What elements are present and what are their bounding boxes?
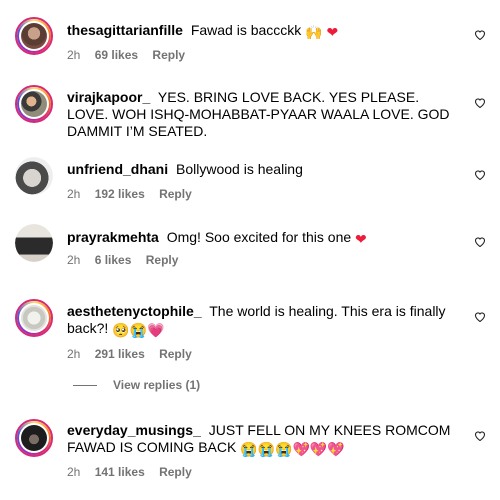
avatar[interactable]: [15, 17, 53, 55]
comment-likes[interactable]: 192 likes: [95, 187, 145, 201]
avatar[interactable]: [15, 157, 53, 195]
like-heart-icon[interactable]: [474, 97, 486, 108]
heart-emoji: ❤: [355, 231, 367, 247]
avatar[interactable]: [15, 85, 53, 123]
like-heart-icon[interactable]: [474, 430, 486, 441]
like-heart-icon[interactable]: [474, 169, 486, 180]
comment-likes[interactable]: 141 likes: [95, 465, 145, 479]
comment-time: 2h: [67, 465, 81, 479]
comment-text: Bollywood is healing: [176, 161, 303, 177]
comment-text: Fawad is baccckk: [190, 22, 302, 38]
avatar[interactable]: [15, 224, 53, 262]
comment-time: 2h: [67, 347, 81, 361]
comment-likes[interactable]: 6 likes: [95, 253, 132, 267]
reply-button[interactable]: Reply: [152, 48, 185, 62]
avatar[interactable]: [15, 419, 53, 457]
view-replies-button[interactable]: View replies (1): [67, 378, 200, 392]
crying-heart-emojis: 😭😭😭💖💖💖: [240, 441, 345, 457]
reply-button[interactable]: Reply: [159, 347, 192, 361]
comment-username[interactable]: thesagittarianfille: [67, 22, 183, 38]
heart-emoji: ❤: [326, 24, 339, 40]
comment-username[interactable]: prayrakmehta: [67, 229, 159, 245]
reply-button[interactable]: Reply: [159, 187, 192, 201]
replies-divider-line: [73, 385, 97, 387]
clapping-hands-emoji: 🙌: [305, 24, 323, 40]
reply-button[interactable]: Reply: [146, 253, 179, 267]
reply-button[interactable]: Reply: [159, 465, 192, 479]
view-replies-label[interactable]: View replies (1): [113, 378, 200, 392]
comment-username[interactable]: everyday_musings_: [67, 422, 201, 438]
avatar[interactable]: [15, 299, 53, 337]
comment-text: Omg! Soo excited for this one: [166, 229, 352, 245]
like-heart-icon[interactable]: [474, 311, 486, 322]
like-heart-icon[interactable]: [474, 29, 486, 40]
comment-time: 2h: [67, 253, 81, 267]
pleading-crying-heart-emojis: 🥺😭💗: [112, 322, 165, 338]
comment-likes[interactable]: 291 likes: [95, 347, 145, 361]
comment-username[interactable]: unfriend_dhani: [67, 161, 168, 177]
comment-username[interactable]: aesthetenyctophile_: [67, 303, 202, 319]
comment-time: 2h: [67, 187, 81, 201]
comment-username[interactable]: virajkapoor_: [67, 89, 150, 105]
comment-time: 2h: [67, 48, 81, 62]
comment-likes[interactable]: 69 likes: [95, 48, 138, 62]
like-heart-icon[interactable]: [474, 236, 486, 247]
